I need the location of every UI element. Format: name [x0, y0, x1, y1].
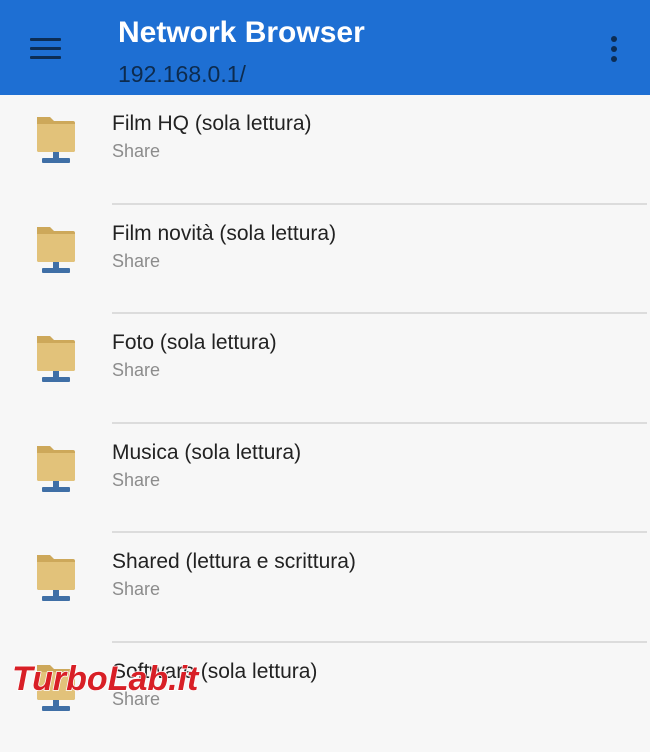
current-path: 192.168.0.1/ — [118, 61, 246, 88]
network-folder-icon — [34, 660, 78, 714]
share-list-item[interactable]: Software (sola lettura) Share — [0, 643, 650, 752]
share-type: Share — [112, 141, 160, 162]
share-list-item[interactable]: Musica (sola lettura) Share — [0, 424, 650, 534]
network-folder-icon — [34, 112, 78, 166]
share-name: Shared (lettura e scrittura) — [112, 550, 356, 574]
share-type: Share — [112, 360, 160, 381]
share-type: Share — [112, 579, 160, 600]
more-vert-icon[interactable] — [606, 36, 622, 64]
network-folder-icon — [34, 550, 78, 604]
share-list-item[interactable]: Film HQ (sola lettura) Share — [0, 95, 650, 205]
share-type: Share — [112, 470, 160, 491]
app-title: Network Browser — [118, 16, 365, 50]
share-list-item[interactable]: Shared (lettura e scrittura) Share — [0, 533, 650, 643]
share-name: Film novità (sola lettura) — [112, 222, 336, 246]
share-name: Foto (sola lettura) — [112, 331, 277, 355]
network-folder-icon — [34, 222, 78, 276]
share-name: Musica (sola lettura) — [112, 441, 301, 465]
network-folder-icon — [34, 441, 78, 495]
share-name: Film HQ (sola lettura) — [112, 112, 312, 136]
network-folder-icon — [34, 331, 78, 385]
share-list-item[interactable]: Film novità (sola lettura) Share — [0, 205, 650, 315]
share-list-item[interactable]: Foto (sola lettura) Share — [0, 314, 650, 424]
hamburger-menu-icon[interactable] — [30, 38, 61, 60]
share-type: Share — [112, 251, 160, 272]
app-bar: Network Browser 192.168.0.1/ — [0, 0, 650, 95]
share-list: Film HQ (sola lettura) Share Film novità… — [0, 95, 650, 752]
share-type: Share — [112, 689, 160, 710]
share-name: Software (sola lettura) — [112, 660, 317, 684]
